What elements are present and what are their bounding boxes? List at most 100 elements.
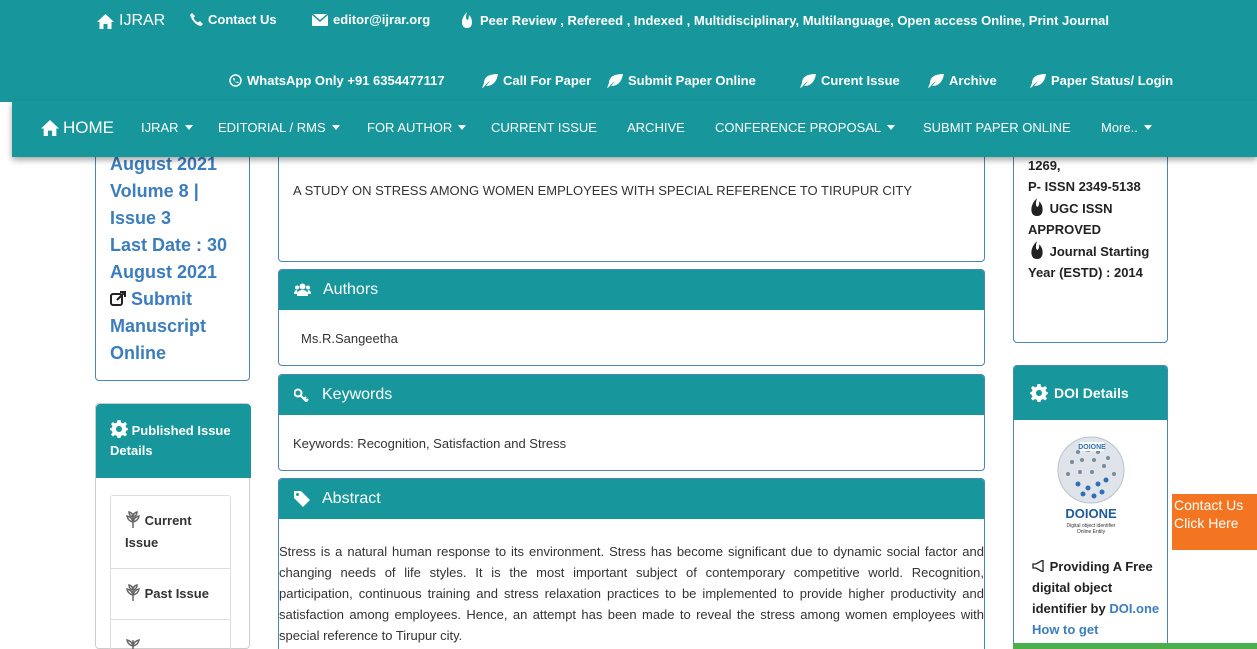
nav-conference-label: CONFERENCE PROPOSAL xyxy=(715,120,882,135)
paper-title-panel: A STUDY ON STRESS AMONG WOMEN EMPLOYEES … xyxy=(278,140,985,262)
ugc-line: UGC ISSN APPROVED xyxy=(1028,197,1163,240)
leaf-icon xyxy=(1030,73,1046,88)
call-for-paper-link[interactable]: Call For Paper xyxy=(482,73,591,88)
fire-icon xyxy=(462,12,472,28)
submit-paper-link[interactable]: Submit Paper Online xyxy=(607,73,756,88)
list-item-partial[interactable] xyxy=(111,620,230,649)
top-header: IJRAR Contact Us editor@ijrar.org Peer R… xyxy=(0,0,1257,102)
doi-promo: Providing A Free digital object identifi… xyxy=(1032,556,1162,640)
doi-card: DOI Details DOIONE DOIONE Digital object… xyxy=(1013,365,1168,649)
paper-title: A STUDY ON STRESS AMONG WOMEN EMPLOYEES … xyxy=(293,183,913,198)
submit-paper-label: Submit Paper Online xyxy=(628,73,756,88)
nav-current-issue[interactable]: CURRENT ISSUE xyxy=(491,120,597,135)
chevron-down-icon xyxy=(458,125,467,130)
doi-header: DOI Details xyxy=(1014,366,1167,420)
paper-status-link[interactable]: Paper Status/ Login xyxy=(1030,73,1173,88)
issn-text: 1269, P- ISSN 2349-5138 UGC ISSN APPROVE… xyxy=(1028,155,1163,283)
top-header-row2: WhatsApp Only +91 6354477117 Call For Pa… xyxy=(0,73,1257,97)
nav-archive[interactable]: ARCHIVE xyxy=(627,120,685,135)
journal-text: Journal Starting Year (ESTD) : 2014 xyxy=(1028,244,1150,280)
nav-submit-online[interactable]: SUBMIT PAPER ONLINE xyxy=(923,120,1071,135)
contact-label: Contact Us xyxy=(208,12,277,27)
nav-editorial[interactable]: EDITORIAL / RMS xyxy=(218,120,340,135)
whatsapp-link[interactable]: WhatsApp Only +91 6354477117 xyxy=(229,73,445,88)
nav-editorial-label: EDITORIAL / RMS xyxy=(218,120,326,135)
envelope-icon xyxy=(312,13,328,26)
svg-text:DOIONE: DOIONE xyxy=(1078,444,1106,451)
nav-conference[interactable]: CONFERENCE PROPOSAL xyxy=(715,120,896,135)
wheat-icon xyxy=(126,639,140,649)
list-item-past-issue[interactable]: Past Issue xyxy=(111,569,230,620)
fire-icon xyxy=(1031,198,1043,216)
tagline-text: Peer Review , Refereed , Indexed , Multi… xyxy=(480,12,1109,28)
gear-icon xyxy=(1030,384,1048,402)
call-info-issue: Issue 3 xyxy=(110,208,172,228)
megaphone-icon xyxy=(1032,558,1044,574)
nav-more-label: More.. xyxy=(1101,120,1138,135)
paper-status-label: Paper Status/ Login xyxy=(1051,73,1174,88)
chevron-down-icon xyxy=(331,125,340,130)
nav-for-author-label: FOR AUTHOR xyxy=(367,120,453,135)
authors-label: Authors xyxy=(323,281,379,298)
contact-link[interactable]: Contact Us xyxy=(190,12,277,27)
call-for-paper-label: Call For Paper xyxy=(503,73,592,88)
issn-cut-line: 1269, xyxy=(1028,158,1061,173)
fire-icon xyxy=(1031,241,1043,259)
email-link[interactable]: editor@ijrar.org xyxy=(312,12,430,27)
whatsapp-label: WhatsApp Only +91 6354477117 xyxy=(247,73,445,88)
external-edit-icon xyxy=(110,291,126,306)
nav-submit-online-label: SUBMIT PAPER ONLINE xyxy=(923,120,1071,135)
chevron-down-icon xyxy=(184,125,193,130)
users-icon xyxy=(294,283,311,296)
current-issue-label: Curent Issue xyxy=(821,73,900,88)
call-info-last-date: Last Date : 30 xyxy=(110,235,228,255)
gear-icon xyxy=(110,420,128,438)
nav-home[interactable]: HOME xyxy=(41,118,114,138)
past-issue-item-label: Past Issue xyxy=(144,586,209,601)
list-item-current-issue[interactable]: Current Issue xyxy=(111,496,230,569)
submit-manuscript-link[interactable]: Submit Manuscript Online xyxy=(110,286,250,367)
doione-globe-icon: DOIONE DOIONE Digital object identifier … xyxy=(1057,436,1125,535)
keywords-value: Keywords: Recognition, Satisfaction and … xyxy=(293,436,567,451)
authors-value: Ms.R.Sangeetha xyxy=(301,331,398,346)
published-issue-list: Current Issue Past Issue xyxy=(110,495,231,649)
issn-card: 1269, P- ISSN 2349-5138 UGC ISSN APPROVE… xyxy=(1013,140,1168,343)
pissn: P- ISSN 2349-5138 xyxy=(1028,179,1141,194)
published-issue-card: Published Issue Details Current Issue Pa… xyxy=(95,403,251,649)
whatsapp-icon xyxy=(229,74,242,87)
call-info-volume: Volume 8 | xyxy=(110,181,199,201)
wheat-icon xyxy=(126,584,140,601)
authors-header: Authors xyxy=(279,270,984,310)
email-label: editor@ijrar.org xyxy=(333,12,431,27)
leaf-icon xyxy=(482,73,498,88)
nav-home-label: HOME xyxy=(63,118,114,137)
doi-title: DOI Details xyxy=(1054,385,1129,401)
svg-text:Online Entity: Online Entity xyxy=(1077,529,1106,535)
keywords-panel: Keywords Keywords: Recognition, Satisfac… xyxy=(278,374,985,471)
nav-more[interactable]: More.. xyxy=(1101,120,1152,135)
abstract-text: Stress is a natural human response to it… xyxy=(279,544,984,643)
key-icon xyxy=(294,388,309,402)
chat-widget-bar[interactable] xyxy=(1013,643,1257,649)
main-nav: HOME IJRAR EDITORIAL / RMS FOR AUTHOR CU… xyxy=(12,101,1257,157)
nav-ijrar[interactable]: IJRAR xyxy=(141,120,193,135)
leaf-icon xyxy=(928,73,944,88)
contact-us-float-button[interactable]: Contact Us Click Here xyxy=(1172,494,1257,550)
abstract-label: Abstract xyxy=(322,490,381,507)
doione-logo[interactable]: DOIONE DOIONE Digital object identifier … xyxy=(1038,430,1144,540)
svg-text:DOIONE: DOIONE xyxy=(1065,506,1117,521)
published-issue-header: Published Issue Details xyxy=(96,404,251,478)
phone-icon xyxy=(190,13,203,26)
keywords-header: Keywords xyxy=(279,375,984,415)
archive-link[interactable]: Archive xyxy=(928,73,997,88)
call-info-text: August 2021 Volume 8 | Issue 3 Last Date… xyxy=(110,151,250,367)
top-header-row1: IJRAR Contact Us editor@ijrar.org Peer R… xyxy=(0,12,1257,36)
tagline: Peer Review , Refereed , Indexed , Multi… xyxy=(459,12,1109,28)
call-info-card: August 2021 Volume 8 | Issue 3 Last Date… xyxy=(95,140,250,381)
brand-link[interactable]: IJRAR xyxy=(97,12,165,30)
wheat-icon xyxy=(126,511,140,528)
journal-line: Journal Starting Year (ESTD) : 2014 xyxy=(1028,240,1163,283)
abstract-header: Abstract xyxy=(279,479,984,519)
current-issue-link[interactable]: Curent Issue xyxy=(800,73,900,88)
nav-for-author[interactable]: FOR AUTHOR xyxy=(367,120,467,135)
